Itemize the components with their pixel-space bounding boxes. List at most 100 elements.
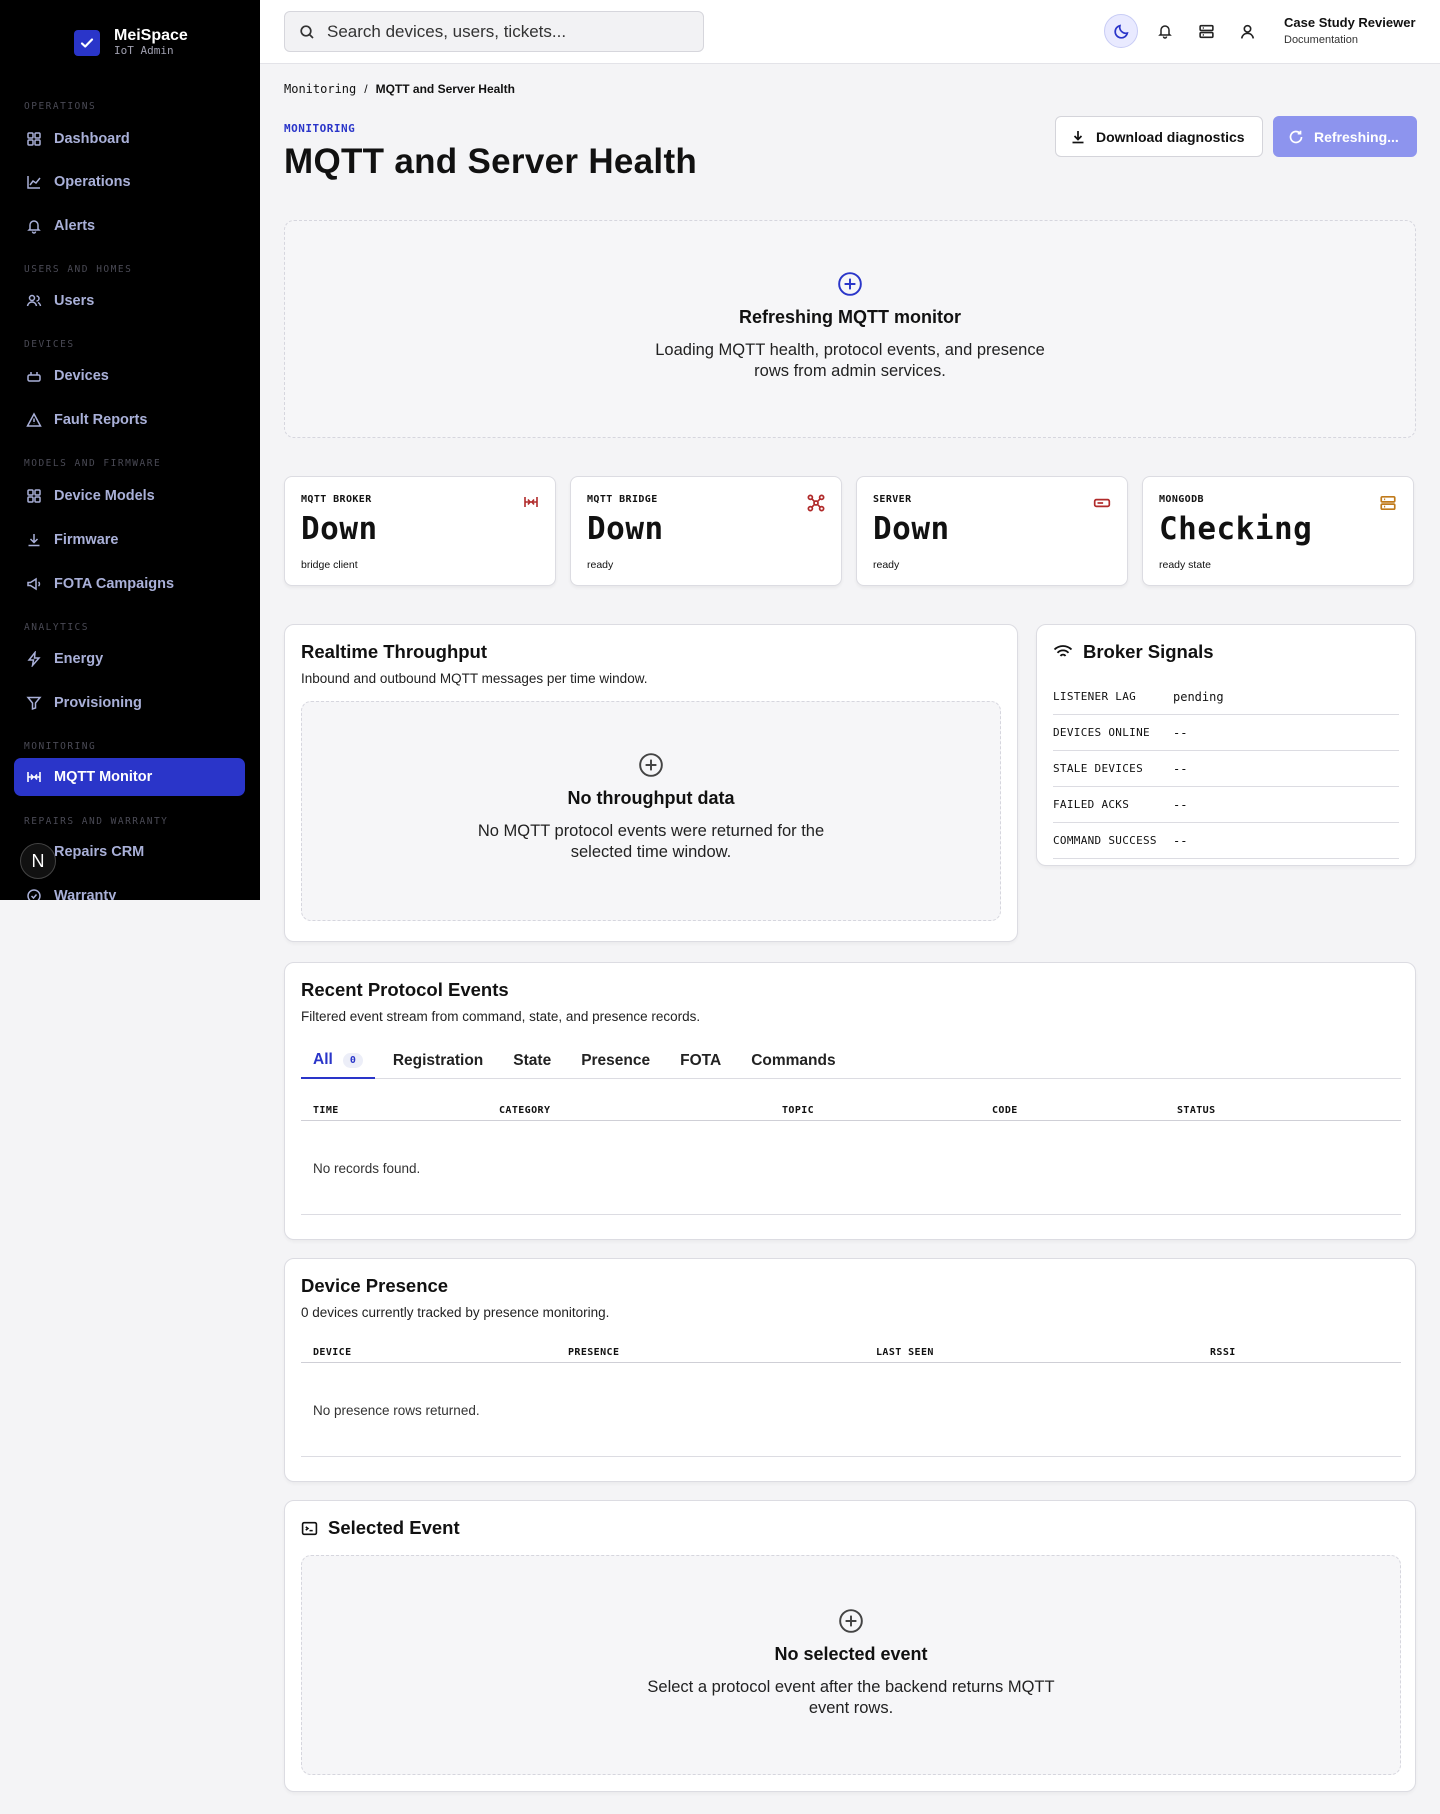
sidebar-item-alerts[interactable]: Alerts bbox=[14, 207, 245, 245]
sidebar-item-fota-campaigns[interactable]: FOTA Campaigns bbox=[14, 565, 245, 603]
sidebar-item-warranty[interactable]: Warranty bbox=[14, 877, 245, 900]
device-presence-card: Device Presence 0 devices currently trac… bbox=[284, 1258, 1416, 1482]
server-rack-icon bbox=[1093, 498, 1111, 508]
nav-section-models: MODELS AND FIRMWARE bbox=[24, 458, 162, 469]
tab-fota[interactable]: FOTA bbox=[668, 1043, 733, 1079]
filter-icon bbox=[26, 696, 42, 711]
search-box[interactable] bbox=[284, 11, 704, 52]
nav-section-analytics: ANALYTICS bbox=[24, 622, 89, 633]
sidebar-item-provisioning[interactable]: Provisioning bbox=[14, 684, 245, 722]
column-header-last-seen[interactable]: LAST SEEN bbox=[876, 1347, 934, 1358]
selected-event-card: Selected Event No selected event Select … bbox=[284, 1500, 1416, 1792]
page-eyebrow: MONITORING bbox=[284, 122, 356, 135]
column-header-status[interactable]: STATUS bbox=[1177, 1105, 1216, 1116]
column-header-time[interactable]: TIME bbox=[313, 1105, 339, 1116]
bell-icon bbox=[1158, 25, 1172, 39]
bell-icon bbox=[27, 220, 41, 234]
signal-label: DEVICES ONLINE bbox=[1053, 726, 1150, 739]
plus-circle-icon bbox=[639, 753, 663, 777]
sidebar-item-device-models[interactable]: Device Models bbox=[14, 477, 245, 515]
throughput-empty-state: No throughput data No MQTT protocol even… bbox=[301, 701, 1001, 921]
users-icon bbox=[26, 294, 42, 307]
column-header-topic[interactable]: TOPIC bbox=[782, 1105, 814, 1116]
signal-value: -- bbox=[1173, 797, 1188, 812]
selected-event-header: Selected Event bbox=[301, 1517, 460, 1539]
events-table-header: TIME CATEGORY TOPIC CODE STATUS bbox=[301, 1081, 1401, 1121]
column-header-rssi[interactable]: RSSI bbox=[1210, 1347, 1236, 1358]
page-title: MQTT and Server Health bbox=[284, 142, 698, 181]
profile-button[interactable] bbox=[1230, 14, 1264, 48]
topbar: Case Study Reviewer Documentation bbox=[260, 0, 1440, 64]
sidebar-item-mqtt-monitor[interactable]: MQTT Monitor bbox=[14, 758, 245, 796]
sidebar-item-energy[interactable]: Energy bbox=[14, 640, 245, 678]
stat-card-server: SERVER Down ready bbox=[856, 476, 1128, 586]
tab-label: Registration bbox=[392, 1052, 484, 1069]
count-badge: 0 bbox=[342, 1052, 363, 1068]
download-diagnostics-button[interactable]: Download diagnostics bbox=[1055, 116, 1263, 157]
plus-circle-icon bbox=[838, 272, 862, 296]
broker-signals-card: Broker Signals LISTENER LAG pending DEVIC… bbox=[1036, 624, 1416, 866]
protocol-events-title: Recent Protocol Events bbox=[301, 979, 509, 1000]
tab-registration[interactable]: Registration bbox=[381, 1043, 495, 1079]
column-header-code[interactable]: CODE bbox=[992, 1105, 1018, 1116]
network-icon bbox=[27, 772, 41, 782]
sidebar-item-dashboard[interactable]: Dashboard bbox=[14, 120, 245, 158]
sidebar-item-devices[interactable]: Devices bbox=[14, 357, 245, 395]
stat-value: Down bbox=[301, 511, 378, 547]
stat-card-mqtt-broker: MQTT BROKER Down bridge client bbox=[284, 476, 556, 586]
warning-icon bbox=[26, 412, 42, 427]
search-input[interactable] bbox=[327, 21, 687, 42]
breadcrumb-current: MQTT and Server Health bbox=[375, 82, 515, 96]
nav-section-operations: OPERATIONS bbox=[24, 101, 97, 112]
avatar[interactable]: N bbox=[20, 843, 56, 879]
selected-event-empty-title: No selected event bbox=[774, 1644, 928, 1664]
user-block[interactable]: Case Study Reviewer Documentation bbox=[1284, 15, 1416, 46]
sidebar-item-operations[interactable]: Operations bbox=[14, 163, 245, 201]
sidebar-item-users[interactable]: Users bbox=[14, 282, 245, 320]
sidebar-item-label: Firmware bbox=[54, 532, 119, 548]
tab-commands[interactable]: Commands bbox=[739, 1043, 847, 1079]
tab-label: FOTA bbox=[680, 1052, 722, 1069]
nodes-icon bbox=[807, 494, 825, 512]
database-icon bbox=[1380, 495, 1396, 511]
breadcrumb: Monitoring / MQTT and Server Health bbox=[284, 82, 515, 96]
events-empty-row: No records found. bbox=[301, 1121, 1401, 1215]
sidebar-item-fault-reports[interactable]: Fault Reports bbox=[14, 401, 245, 439]
signal-label: STALE DEVICES bbox=[1053, 762, 1143, 775]
brand-name: MeiSpace bbox=[114, 27, 188, 44]
brand[interactable]: MeiSpace IoT Admin bbox=[74, 28, 188, 58]
throughput-subtitle: Inbound and outbound MQTT messages per t… bbox=[301, 671, 648, 686]
device-presence-subtitle: 0 devices currently tracked by presence … bbox=[301, 1305, 610, 1320]
sidebar-item-label: Dashboard bbox=[54, 131, 130, 147]
signal-row: DEVICES ONLINE -- bbox=[1053, 715, 1399, 751]
notifications-button[interactable] bbox=[1148, 14, 1182, 48]
stat-label: MQTT BROKER bbox=[301, 494, 372, 505]
check-circle-icon bbox=[27, 889, 41, 900]
server-icon bbox=[1198, 24, 1214, 38]
throughput-title: Realtime Throughput bbox=[301, 641, 488, 662]
refresh-button[interactable]: Refreshing... bbox=[1273, 116, 1417, 157]
tab-presence[interactable]: Presence bbox=[569, 1043, 662, 1079]
router-icon bbox=[27, 372, 41, 382]
column-header-device[interactable]: DEVICE bbox=[313, 1347, 352, 1358]
signal-row: FAILED ACKS -- bbox=[1053, 787, 1399, 823]
sidebar-item-label: Repairs CRM bbox=[54, 844, 145, 860]
signal-value: -- bbox=[1173, 833, 1188, 848]
tab-all[interactable]: All 0 bbox=[301, 1043, 375, 1079]
signal-value: -- bbox=[1173, 725, 1188, 740]
theme-toggle-button[interactable] bbox=[1104, 14, 1138, 48]
stat-label: MONGODB bbox=[1159, 494, 1204, 505]
stat-sub: ready bbox=[587, 559, 614, 571]
loading-panel: Refreshing MQTT monitor Loading MQTT hea… bbox=[284, 220, 1416, 438]
signal-value: pending bbox=[1173, 689, 1224, 704]
nav-section-users: USERS AND HOMES bbox=[24, 264, 133, 275]
sidebar-item-firmware[interactable]: Firmware bbox=[14, 521, 245, 559]
server-status-button[interactable] bbox=[1189, 14, 1223, 48]
tab-state[interactable]: State bbox=[501, 1043, 563, 1079]
device-presence-title: Device Presence bbox=[301, 1275, 449, 1296]
column-header-category[interactable]: CATEGORY bbox=[499, 1105, 550, 1116]
breadcrumb-root[interactable]: Monitoring bbox=[284, 82, 356, 96]
column-header-presence[interactable]: PRESENCE bbox=[568, 1347, 619, 1358]
protocol-events-subtitle: Filtered event stream from command, stat… bbox=[301, 1009, 701, 1024]
stat-value: Down bbox=[587, 511, 664, 547]
